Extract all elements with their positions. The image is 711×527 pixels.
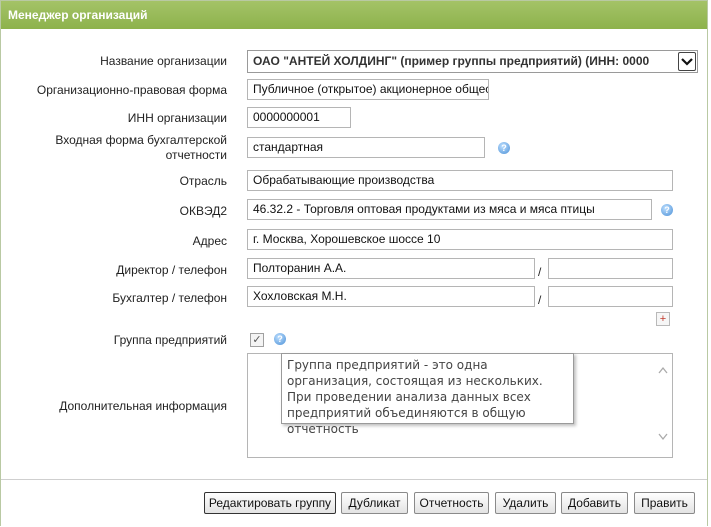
extra-info-label: Дополнительная информация xyxy=(59,399,227,413)
accountant-label: Бухгалтер / телефон xyxy=(112,291,227,305)
director-name-field[interactable]: Полторанин А.А. xyxy=(247,258,535,279)
accountant-name-field[interactable]: Хохловская М.Н. xyxy=(247,286,535,307)
chevron-down-icon xyxy=(681,58,693,66)
panel-title: Менеджер организаций xyxy=(8,8,148,22)
okved-field[interactable]: 46.32.2 - Торговля оптовая продуктами из… xyxy=(247,199,652,220)
group-checkbox[interactable]: ✓ xyxy=(250,333,264,347)
org-name-label: Название организации xyxy=(100,54,227,68)
delete-button[interactable]: Удалить xyxy=(495,492,556,514)
legal-form-label: Организационно-правовая форма xyxy=(36,83,227,97)
report-form-label: Входная форма бухгалтерской отчетности xyxy=(5,133,227,163)
scroll-up-icon[interactable] xyxy=(658,366,668,376)
add-contact-button[interactable]: + xyxy=(656,312,670,326)
okved-label: ОКВЭД2 xyxy=(179,204,227,218)
group-label: Группа предприятий xyxy=(113,333,227,347)
group-tooltip: Группа предприятий - это одна организаци… xyxy=(281,353,574,436)
director-phone-field[interactable] xyxy=(548,258,673,279)
legal-form-field[interactable]: Публичное (открытое) акционерное обществ… xyxy=(247,79,489,100)
director-separator: / xyxy=(538,265,542,279)
report-button[interactable]: Отчетность xyxy=(414,492,489,514)
director-label: Директор / телефон xyxy=(116,263,227,277)
accountant-separator: / xyxy=(538,293,542,307)
inn-label: ИНН организации xyxy=(127,111,227,125)
inn-field[interactable]: 0000000001 xyxy=(247,107,351,128)
industry-label: Отрасль xyxy=(179,174,227,188)
org-name-select[interactable]: ОАО "АНТЕЙ ХОЛДИНГ" (пример группы предп… xyxy=(247,50,698,73)
add-button[interactable]: Добавить xyxy=(561,492,628,514)
address-field[interactable]: г. Москва, Хорошевское шоссе 10 xyxy=(247,229,673,250)
organization-manager-panel: Менеджер организаций Название организаци… xyxy=(0,0,708,527)
duplicate-button[interactable]: Дубликат xyxy=(341,492,408,514)
accountant-phone-field[interactable] xyxy=(548,286,673,307)
report-form-label-line1: Входная форма бухгалтерской xyxy=(55,133,227,147)
dropdown-arrow[interactable] xyxy=(678,52,696,71)
scroll-down-icon[interactable] xyxy=(658,433,668,443)
help-icon[interactable]: ? xyxy=(661,204,673,216)
report-form-field[interactable]: стандартная xyxy=(247,137,485,158)
button-bar: Редактировать группу Дубликат Отчетность… xyxy=(1,479,707,527)
panel-header: Менеджер организаций xyxy=(1,1,707,29)
help-icon[interactable]: ? xyxy=(498,142,510,154)
edit-group-button[interactable]: Редактировать группу xyxy=(204,492,336,514)
address-label: Адрес xyxy=(192,234,227,248)
report-form-label-line2: отчетности xyxy=(165,148,227,162)
help-icon[interactable]: ? xyxy=(274,333,286,345)
edit-button[interactable]: Править xyxy=(634,492,695,514)
industry-field[interactable]: Обрабатывающие производства xyxy=(247,170,673,191)
org-name-value: ОАО "АНТЕЙ ХОЛДИНГ" (пример группы предп… xyxy=(253,54,650,68)
